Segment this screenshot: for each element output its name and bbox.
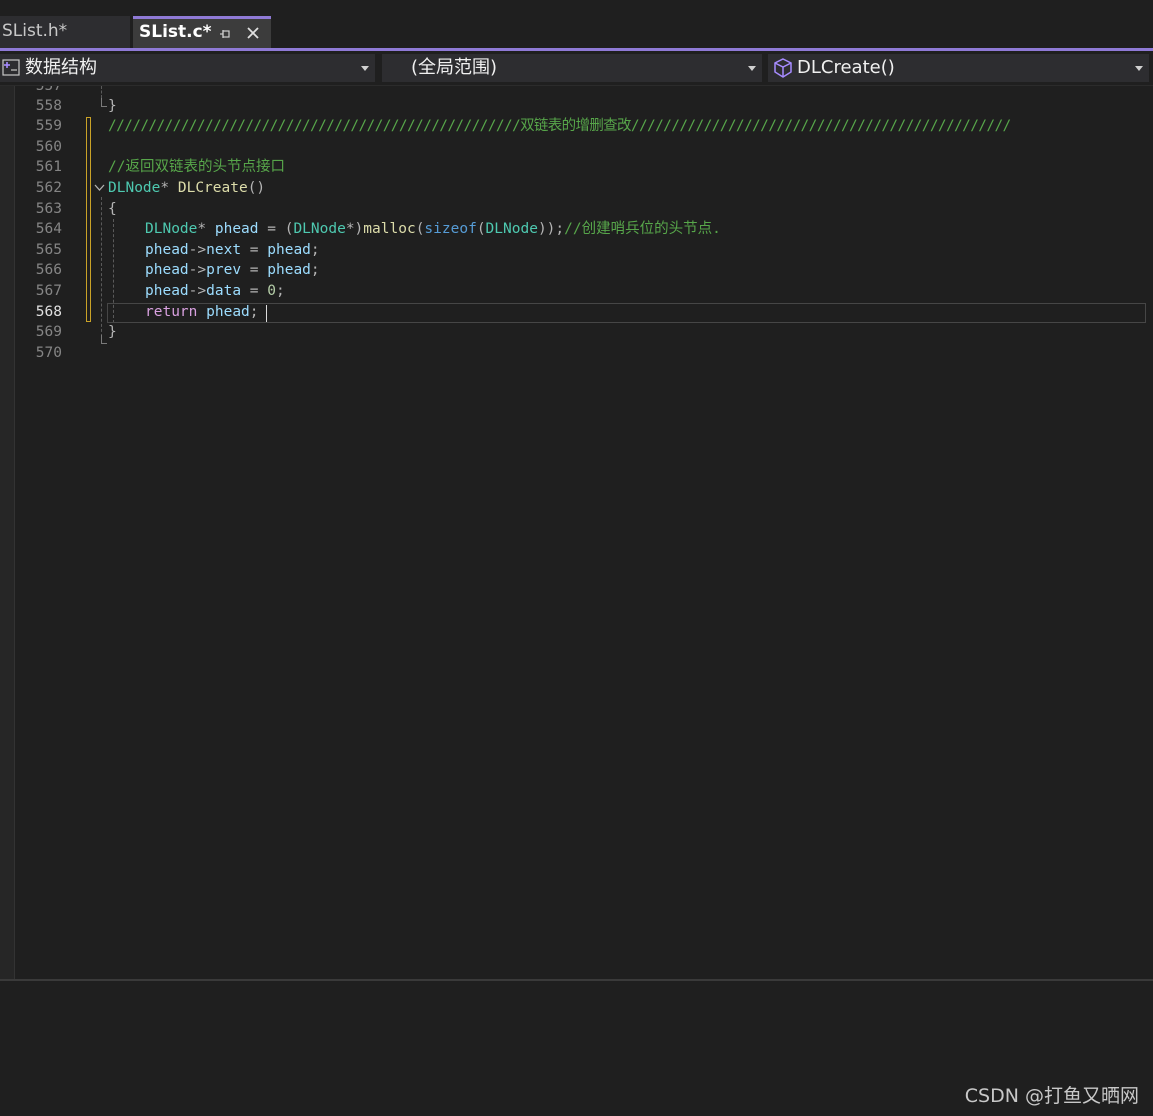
- member-dropdown[interactable]: DLCreate(): [768, 54, 1149, 82]
- project-dropdown[interactable]: 数据结构: [0, 54, 375, 82]
- line-number: 570: [35, 345, 62, 361]
- code-line: 562 DLNode* DLCreate(): [0, 178, 1153, 199]
- code-text: }: [108, 324, 117, 340]
- tab-label: SList.h*: [2, 21, 68, 41]
- code-text: phead->data = 0;: [145, 283, 285, 299]
- code-editor[interactable]: 557 558 } 559 //////////////////////////…: [0, 86, 1153, 979]
- scope-name: (全局范围): [411, 57, 498, 78]
- code-line: 558 }: [0, 96, 1153, 117]
- code-line: 570: [0, 343, 1153, 364]
- watermark: CSDN @打鱼又晒网: [964, 1085, 1139, 1107]
- line-number: 562: [35, 180, 62, 196]
- project-icon: [2, 59, 20, 76]
- line-number: 557: [35, 86, 62, 94]
- code-line: 569 }: [0, 322, 1153, 343]
- tab-slist-h[interactable]: SList.h*: [0, 16, 130, 48]
- line-number: 566: [35, 262, 62, 278]
- tab-label: SList.c*: [139, 22, 212, 42]
- line-number: 561: [35, 159, 62, 175]
- code-text: return phead;: [145, 304, 259, 320]
- code-line: 560: [0, 137, 1153, 158]
- line-number: 559: [35, 118, 62, 134]
- code-text: phead->prev = phead;: [145, 262, 320, 278]
- tab-slist-c[interactable]: SList.c*: [133, 16, 271, 48]
- code-line: 568 return phead;: [0, 302, 1153, 323]
- code-text: DLNode* phead = (DLNode*)malloc(sizeof(D…: [145, 221, 721, 237]
- code-line: 565 phead->next = phead;: [0, 240, 1153, 261]
- cube-icon: [774, 58, 792, 78]
- code-line: 564 DLNode* phead = (DLNode*)malloc(size…: [0, 219, 1153, 240]
- code-text: phead->next = phead;: [145, 242, 320, 258]
- line-number: 558: [35, 98, 62, 114]
- code-text: }: [108, 98, 117, 114]
- line-number: 564: [35, 221, 62, 237]
- close-icon[interactable]: [246, 26, 260, 40]
- code-line: 559 ////////////////////////////////////…: [0, 116, 1153, 137]
- bottom-panel: CSDN @打鱼又晒网: [0, 979, 1153, 1116]
- fold-collapse-icon[interactable]: [94, 183, 105, 192]
- code-line: 557: [0, 86, 1153, 97]
- member-name: DLCreate(): [797, 57, 895, 78]
- document-tab-strip: SList.h* SList.c*: [0, 0, 1153, 48]
- chevron-down-icon: [1135, 66, 1143, 71]
- code-line: 563 {: [0, 199, 1153, 220]
- line-number: 569: [35, 324, 62, 340]
- code-text: DLNode* DLCreate(): [108, 180, 266, 196]
- scope-dropdown[interactable]: (全局范围): [382, 54, 762, 82]
- comment-text: ////////////////////////////////////////…: [108, 118, 1011, 134]
- line-number: 567: [35, 283, 62, 299]
- line-number: 563: [35, 201, 62, 217]
- comment-text: //返回双链表的头节点接口: [108, 159, 285, 175]
- project-name: 数据结构: [25, 57, 97, 78]
- line-number: 565: [35, 242, 62, 258]
- chevron-down-icon: [361, 66, 369, 71]
- code-line: 567 phead->data = 0;: [0, 281, 1153, 302]
- pin-icon[interactable]: [219, 28, 231, 40]
- line-number: 560: [35, 139, 62, 155]
- code-text: {: [108, 201, 117, 217]
- code-line: 561 //返回双链表的头节点接口: [0, 157, 1153, 178]
- line-number: 568: [35, 304, 62, 320]
- navigation-bar: 数据结构 (全局范围) DLCreate(): [0, 51, 1153, 86]
- chevron-down-icon: [748, 66, 756, 71]
- code-line: 566 phead->prev = phead;: [0, 260, 1153, 281]
